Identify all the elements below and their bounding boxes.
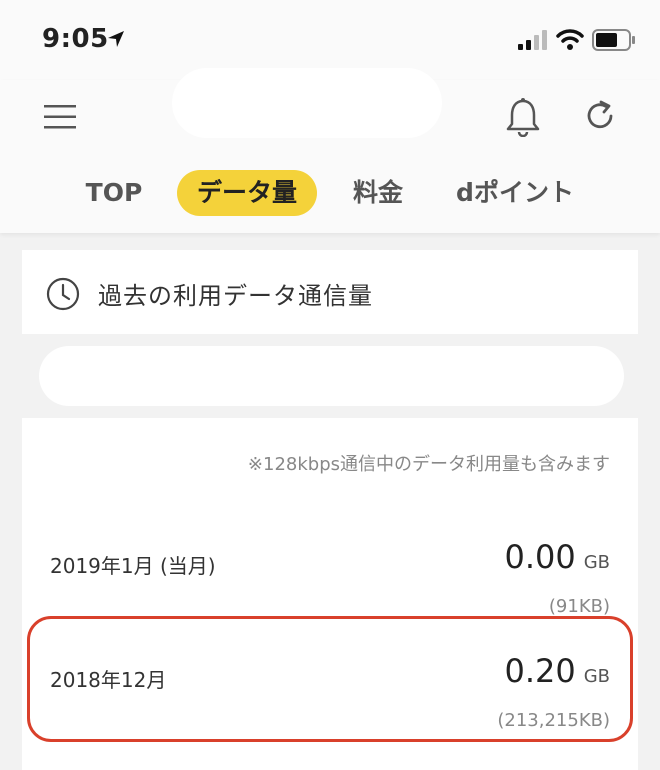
header-title-placeholder — [172, 68, 442, 138]
usage-month: 2019年1月 (当月) — [50, 554, 216, 578]
tab-data-usage[interactable]: データ量 — [177, 170, 317, 216]
highlight-annotation — [27, 616, 633, 742]
clock-icon — [46, 277, 80, 315]
usage-row: 2019年1月 (当月) 0.00 GB (91KB) — [22, 506, 638, 617]
location-arrow-icon — [107, 30, 125, 52]
filter-band — [22, 334, 638, 418]
tab-fees[interactable]: 料金 — [340, 170, 416, 216]
bell-icon[interactable] — [505, 97, 541, 141]
battery-icon — [592, 29, 636, 55]
tab-d-point[interactable]: dポイント — [444, 170, 586, 216]
tab-top[interactable]: TOP — [74, 170, 154, 216]
app-header: TOP データ量 料金 dポイント — [0, 68, 660, 233]
period-selector-placeholder[interactable] — [39, 346, 624, 406]
card-title: 過去の利用データ通信量 — [98, 282, 373, 310]
refresh-icon[interactable] — [582, 98, 618, 138]
card-header: 過去の利用データ通信量 — [22, 250, 638, 334]
usage-amount: 0.00 GB — [504, 538, 610, 576]
usage-amount-value: 0.00 — [504, 538, 576, 576]
wifi-icon — [556, 28, 584, 54]
usage-bytes: (91KB) — [548, 596, 610, 617]
hamburger-menu-icon[interactable] — [44, 104, 76, 134]
cellular-signal-icon — [518, 30, 548, 54]
tab-bar: TOP データ量 料金 dポイント — [0, 170, 660, 218]
status-time: 9:05 — [42, 24, 109, 54]
usage-amount-unit: GB — [583, 552, 610, 573]
usage-note: ※128kbps通信中のデータ利用量も含みます — [247, 454, 610, 475]
